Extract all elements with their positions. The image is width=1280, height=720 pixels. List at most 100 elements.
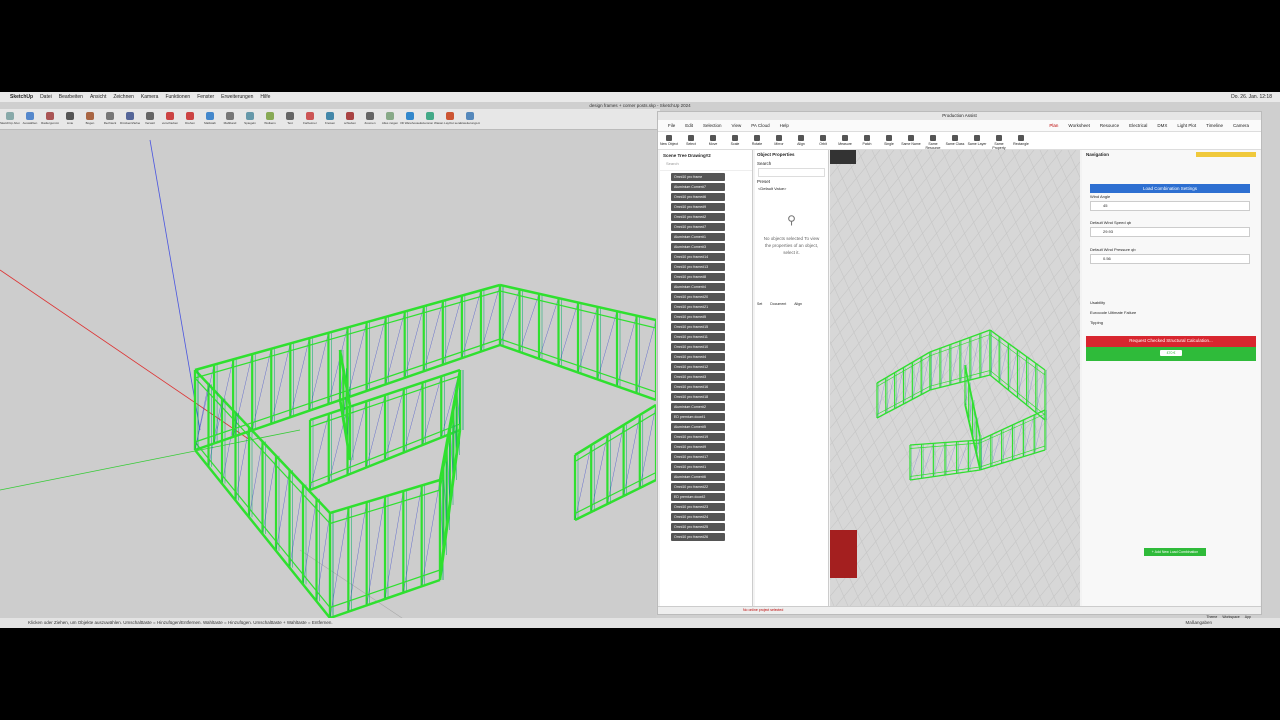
tab-resource[interactable]: Resource bbox=[1100, 123, 1119, 128]
pa-tool-6[interactable]: Align bbox=[790, 132, 812, 149]
wind-angle-input[interactable]: 45 bbox=[1090, 201, 1250, 211]
pa-tool-14[interactable]: Same Layer bbox=[966, 132, 988, 149]
scene-tree-item[interactable]: Omni10 pro frame#1 bbox=[671, 463, 725, 471]
scene-tree-item[interactable]: Omni10 pro frame#17 bbox=[671, 453, 725, 461]
scene-tree-item[interactable]: Omni10 pro frame#6 bbox=[671, 193, 725, 201]
scene-tree-search[interactable]: Search bbox=[660, 161, 752, 171]
pa-tool-4[interactable]: Rotate bbox=[746, 132, 768, 149]
toolbar-tool-1[interactable]: Auswählen bbox=[20, 109, 40, 129]
check-tipping[interactable]: Tipping bbox=[1090, 320, 1256, 325]
tab-electrical[interactable]: Electrical bbox=[1129, 123, 1147, 128]
scene-tree-item[interactable]: Omni10 pro frame#23 bbox=[671, 503, 725, 511]
scene-tree-item[interactable]: Omni10 pro frame#20 bbox=[671, 293, 725, 301]
scene-tree-item[interactable]: Omni10 pro frame#26 bbox=[671, 533, 725, 541]
properties-search-input[interactable] bbox=[758, 168, 825, 177]
props-tab-align[interactable]: Align bbox=[794, 302, 802, 306]
toolbar-tool-5[interactable]: Rechteck bbox=[100, 109, 120, 129]
bottom-app[interactable]: App bbox=[1245, 614, 1251, 621]
scene-tree-item[interactable]: Omni10 pro frame#4 bbox=[671, 353, 725, 361]
load-combination-settings-button[interactable]: Load Combination Settings bbox=[1090, 184, 1250, 193]
menu-window[interactable]: Fenster bbox=[197, 94, 214, 100]
menu-camera[interactable]: Kamera bbox=[141, 94, 159, 100]
scene-tree-item[interactable]: Omni10 pro frame#24 bbox=[671, 513, 725, 521]
scene-tree-item[interactable]: Omni10 pro frame#16 bbox=[671, 383, 725, 391]
scene-tree-item[interactable]: Omni10 pro frame#13 bbox=[671, 263, 725, 271]
pa-tool-16[interactable]: Rectangle bbox=[1010, 132, 1032, 149]
toolbar-tool-19[interactable]: Alles zeigen bbox=[380, 109, 400, 129]
menubar-clock[interactable]: Do. 26. Jan. 12:18 bbox=[1231, 94, 1272, 100]
toolbar-tool-11[interactable]: Maßband bbox=[220, 109, 240, 129]
price-bar[interactable]: £70 € bbox=[1086, 347, 1256, 361]
pa-tool-8[interactable]: Measure bbox=[834, 132, 856, 149]
toolbar-tool-16[interactable]: Kreisen bbox=[320, 109, 340, 129]
pa-menu-cloud[interactable]: PA Cloud bbox=[751, 123, 769, 128]
pa-menu-view[interactable]: View bbox=[732, 123, 742, 128]
scene-tree-item[interactable]: Aluminium Corner#1 bbox=[671, 233, 725, 241]
scene-tree-item[interactable]: ED premium door#1 bbox=[671, 413, 725, 421]
scene-tree-item[interactable]: Aluminium Corner#5 bbox=[671, 423, 725, 431]
bottom-theme[interactable]: Theme bbox=[1206, 614, 1217, 621]
toolbar-tool-22[interactable]: an LayOut senden bbox=[440, 109, 460, 129]
pa-tool-0[interactable]: New Object bbox=[658, 132, 680, 149]
pa-tool-2[interactable]: Move bbox=[702, 132, 724, 149]
wind-pressure-input[interactable]: 0.56 bbox=[1090, 254, 1250, 264]
pa-tool-15[interactable]: Same Property bbox=[988, 132, 1010, 150]
scene-tree-item[interactable]: Omni10 pro frame#3 bbox=[671, 373, 725, 381]
props-tab-set[interactable]: Set bbox=[757, 302, 762, 306]
toolbar-tool-20[interactable]: 3D Warehouse bbox=[400, 109, 420, 129]
scene-tree-item[interactable]: Omni10 pro frame#22 bbox=[671, 483, 725, 491]
pa-menu-help[interactable]: Help bbox=[780, 123, 789, 128]
toolbar-tool-9[interactable]: Drehen bbox=[180, 109, 200, 129]
toolbar-tool-0[interactable]: SketchUp Abonnement bbox=[0, 109, 20, 129]
scene-tree-item[interactable]: Omni10 pro frame#9 bbox=[671, 203, 725, 211]
tab-timeline[interactable]: Timeline bbox=[1206, 123, 1223, 128]
scene-tree-item[interactable]: Omni10 pro frame#18 bbox=[671, 393, 725, 401]
toolbar-tool-17[interactable]: schieben bbox=[340, 109, 360, 129]
pa-menu-file[interactable]: File bbox=[668, 123, 675, 128]
scene-tree-item[interactable]: Omni10 pro frame#10 bbox=[671, 343, 725, 351]
scene-tree-item[interactable]: Omni10 pro frame#15 bbox=[671, 323, 725, 331]
preset-select[interactable]: <Default Value> bbox=[755, 186, 828, 191]
tab-camera[interactable]: Camera bbox=[1233, 123, 1249, 128]
scene-tree-item[interactable]: Omni10 pro frame bbox=[671, 173, 725, 181]
menu-draw[interactable]: Zeichnen bbox=[113, 94, 134, 100]
scene-tree-item[interactable]: Omni10 pro frame#19 bbox=[671, 433, 725, 441]
toolbar-tool-10[interactable]: Maßstab bbox=[200, 109, 220, 129]
menu-file[interactable]: Datei bbox=[40, 94, 52, 100]
scene-tree-item[interactable]: Omni10 pro frame#9 bbox=[671, 443, 725, 451]
toolbar-tool-7[interactable]: Versatz bbox=[140, 109, 160, 129]
pa-menu-selection[interactable]: Selection bbox=[703, 123, 722, 128]
scene-tree-item[interactable]: Aluminium Corner#6 bbox=[671, 473, 725, 481]
pa-tool-10[interactable]: Single bbox=[878, 132, 900, 149]
scene-tree-item[interactable]: Omni10 pro frame#11 bbox=[671, 333, 725, 341]
toolbar-tool-4[interactable]: Bogen bbox=[80, 109, 100, 129]
tab-worksheet[interactable]: Worksheet bbox=[1068, 123, 1089, 128]
scene-tree-item[interactable]: Aluminium Corner#2 bbox=[671, 403, 725, 411]
wind-speed-input[interactable]: 29.93 bbox=[1090, 227, 1250, 237]
scene-tree-item[interactable]: Omni10 pro frame#14 bbox=[671, 253, 725, 261]
check-eurocode-ultimate[interactable]: Eurocode Ultimate Failure bbox=[1090, 310, 1256, 315]
menu-help[interactable]: Hilfe bbox=[260, 94, 270, 100]
pa-tool-1[interactable]: Select bbox=[680, 132, 702, 149]
pa-tool-9[interactable]: Patch bbox=[856, 132, 878, 149]
pa-menu-edit[interactable]: Edit bbox=[685, 123, 693, 128]
scene-tree-item[interactable]: Omni10 pro frame#5 bbox=[671, 313, 725, 321]
pa-tool-7[interactable]: Orbit bbox=[812, 132, 834, 149]
sketchup-viewport[interactable] bbox=[0, 130, 660, 628]
toolbar-tool-14[interactable]: Text bbox=[280, 109, 300, 129]
scene-tree-item[interactable]: Omni10 pro frame#7 bbox=[671, 223, 725, 231]
toolbar-tool-23[interactable]: Erweiterungs-Manager bbox=[460, 109, 480, 129]
toolbar-tool-21[interactable]: Extension Warehouse bbox=[420, 109, 440, 129]
check-usability[interactable]: Usability bbox=[1090, 300, 1256, 305]
scene-tree-item[interactable]: ED premium door#2 bbox=[671, 493, 725, 501]
scene-tree-item[interactable]: Aluminium Corner#7 bbox=[671, 183, 725, 191]
tab-plan[interactable]: Plan bbox=[1049, 123, 1058, 128]
menu-edit[interactable]: Bearbeiten bbox=[59, 94, 83, 100]
toolbar-tool-3[interactable]: Linie bbox=[60, 109, 80, 129]
toolbar-tool-6[interactable]: Drücken/Ziehen bbox=[120, 109, 140, 129]
scene-tree-item[interactable]: Omni10 pro frame#25 bbox=[671, 523, 725, 531]
add-load-combination-button[interactable]: + Add New Load Combination bbox=[1144, 548, 1206, 556]
scene-tree-item[interactable]: Aluminium Corner#3 bbox=[671, 243, 725, 251]
tab-light-plot[interactable]: Light Plot bbox=[1177, 123, 1196, 128]
menu-tools[interactable]: Funktionen bbox=[165, 94, 190, 100]
